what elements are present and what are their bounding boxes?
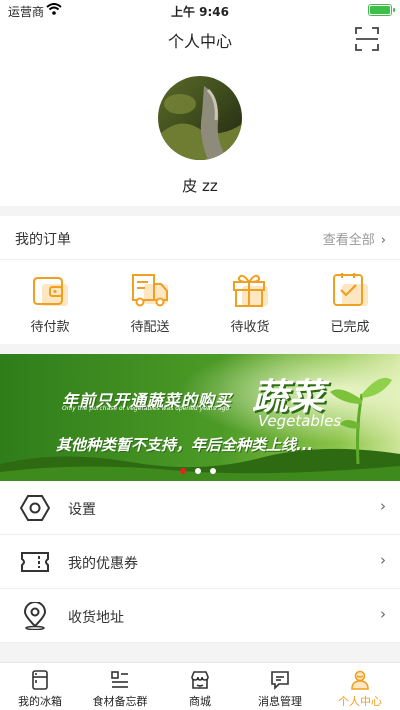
tab-bar: 我的冰箱 食材备忘群 商城 消息管理 个人中心	[0, 662, 400, 710]
menu-label: 我的优惠券	[68, 556, 138, 572]
tab-messages[interactable]: 消息管理	[240, 663, 320, 710]
order-pending-receipt[interactable]: 待收货	[200, 270, 300, 340]
menu-list: 设置 › 我的优惠券 › 收货地址 ›	[0, 481, 400, 643]
wallet-icon	[33, 277, 68, 306]
promo-banner[interactable]: 年前只开通蔬菜的购买 Only the purchase of vegetabl…	[0, 354, 400, 481]
banner-headline-en: Only the purchase of vegetables was open…	[62, 405, 230, 412]
nav-bar: 个人中心	[0, 20, 400, 58]
tab-ingredient-memo[interactable]: 食材备忘群	[80, 663, 160, 710]
gift-box-icon	[233, 274, 268, 307]
coupon-icon	[21, 552, 49, 572]
tab-label: 商城	[189, 695, 211, 708]
menu-item-address[interactable]: 收货地址 ›	[0, 589, 400, 643]
person-icon	[351, 670, 369, 690]
banner-title-en: Vegetables	[258, 412, 342, 430]
username: 皮 zz	[182, 177, 218, 195]
status-time: 上午 9:46	[170, 5, 230, 19]
order-pending-delivery[interactable]: 待配送	[100, 270, 200, 340]
tab-label: 我的冰箱	[18, 695, 62, 708]
view-all-link[interactable]: 查看全部 ›	[323, 229, 386, 248]
menu-item-settings[interactable]: 设置 ›	[0, 481, 400, 535]
tab-my-fridge[interactable]: 我的冰箱	[0, 663, 80, 710]
menu-label: 设置	[68, 502, 96, 518]
location-pin-icon	[23, 602, 47, 630]
orders-header[interactable]: 我的订单 查看全部 ›	[0, 216, 400, 260]
order-label: 待收货	[230, 320, 270, 335]
menu-label: 收货地址	[68, 610, 124, 626]
tab-personal-center[interactable]: 个人中心	[320, 663, 400, 710]
scan-icon[interactable]	[354, 26, 380, 52]
order-label: 待付款	[30, 320, 70, 335]
carousel-dot[interactable]	[210, 468, 216, 474]
fridge-icon	[32, 670, 48, 690]
store-icon	[191, 671, 209, 689]
avatar[interactable]	[158, 76, 242, 160]
message-icon	[271, 671, 289, 690]
carousel-indicator[interactable]	[180, 468, 224, 476]
order-label: 待配送	[130, 320, 170, 335]
order-label: 已完成	[330, 320, 370, 335]
page-title: 个人中心	[167, 32, 232, 51]
orders-section: 我的订单 查看全部 › 待付款 待配送 待收货 已完成	[0, 216, 400, 344]
profile-section: 皮 zz	[0, 58, 400, 206]
chevron-right-icon: ›	[380, 551, 386, 569]
tab-label: 食材备忘群	[92, 695, 148, 708]
gear-hexagon-icon	[20, 495, 50, 521]
chevron-right-icon: ›	[380, 233, 386, 248]
order-pending-payment[interactable]: 待付款	[0, 270, 100, 340]
tab-mall[interactable]: 商城	[160, 663, 240, 710]
battery-icon	[368, 4, 395, 16]
checked-clipboard-icon	[333, 273, 368, 306]
status-bar: 运营商 上午 9:46	[0, 0, 400, 20]
carousel-dot[interactable]	[195, 468, 201, 474]
order-completed[interactable]: 已完成	[300, 270, 400, 340]
carousel-dot-active[interactable]	[180, 468, 186, 474]
chevron-right-icon: ›	[380, 497, 386, 515]
menu-item-coupons[interactable]: 我的优惠券 ›	[0, 535, 400, 589]
banner-subline: 其他种类暂不支持，年后全种类上线...	[56, 436, 314, 454]
chevron-right-icon: ›	[380, 605, 386, 623]
tab-label: 消息管理	[258, 695, 302, 708]
orders-title: 我的订单	[15, 232, 71, 248]
delivery-truck-icon	[132, 274, 168, 307]
tab-label: 个人中心	[338, 695, 382, 708]
list-icon	[111, 671, 128, 688]
